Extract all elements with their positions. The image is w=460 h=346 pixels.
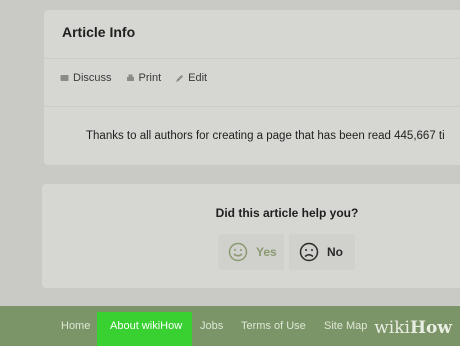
no-button[interactable]: No [289, 234, 355, 270]
article-info-title: Article Info [62, 24, 136, 40]
footer-link-about[interactable]: About wikiHow [110, 320, 182, 332]
smile-icon [228, 242, 248, 262]
discuss-link[interactable]: Discuss [60, 72, 112, 84]
feedback-question: Did this article help you? [215, 206, 359, 220]
print-icon [126, 74, 135, 83]
edit-label: Edit [188, 72, 208, 84]
discuss-label: Discuss [73, 72, 112, 84]
footer-link-terms[interactable]: Terms of Use [241, 320, 306, 332]
footer-link-home[interactable]: Home [61, 320, 90, 332]
footer: Home About wikiHow Jobs Terms of Use Sit… [0, 306, 460, 346]
wikihow-logo[interactable]: wikiHow [374, 318, 452, 338]
article-actions: Discuss Print Edit [60, 72, 207, 84]
print-link[interactable]: Print [126, 72, 162, 84]
logo-how: How [409, 318, 452, 338]
frown-icon [299, 242, 319, 262]
feedback-card: Did this article help you? Yes No [42, 184, 460, 288]
footer-link-jobs[interactable]: Jobs [200, 320, 223, 332]
print-label: Print [138, 72, 162, 84]
discuss-icon [60, 74, 69, 83]
edit-icon [175, 74, 184, 83]
divider [44, 106, 460, 107]
footer-link-sitemap[interactable]: Site Map [324, 320, 367, 332]
edit-link[interactable]: Edit [175, 72, 207, 84]
yes-button[interactable]: Yes [218, 234, 284, 270]
divider [44, 58, 460, 59]
thanks-text: Thanks to all authors for creating a pag… [86, 130, 445, 142]
logo-wiki: wiki [374, 318, 410, 338]
article-info-card: Article Info Discuss Print Edit Thanks t… [44, 10, 460, 165]
no-label: No [327, 245, 343, 259]
yes-label: Yes [256, 245, 277, 259]
